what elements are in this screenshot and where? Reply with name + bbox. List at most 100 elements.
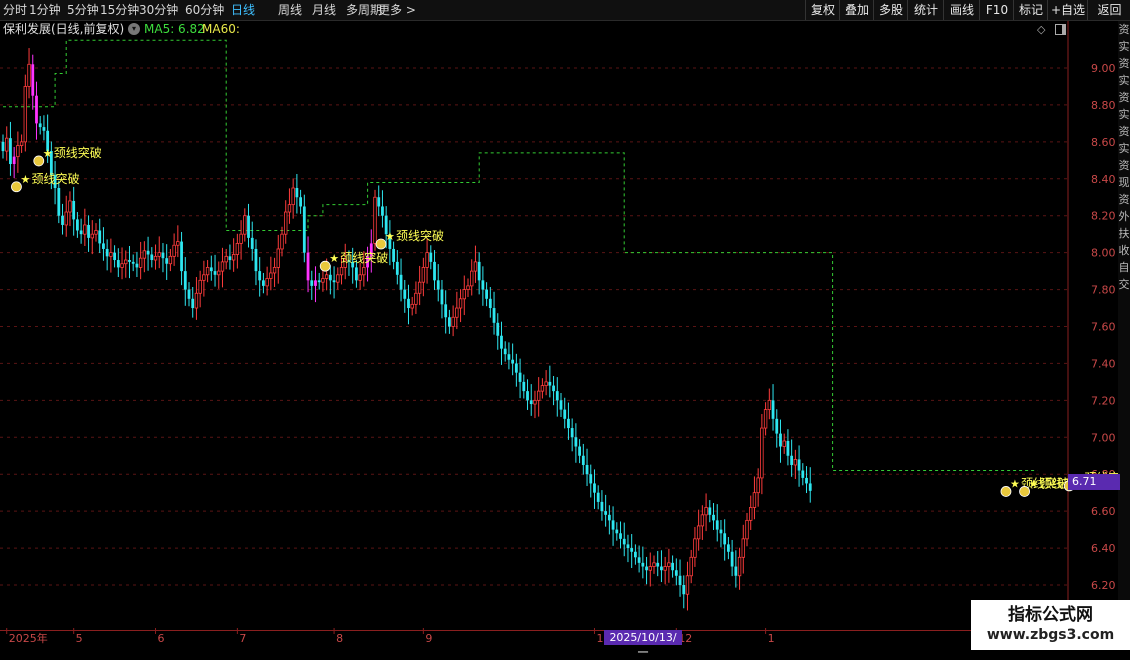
price-chart[interactable]: 6.206.406.606.807.007.207.407.607.808.00… <box>0 0 1130 650</box>
side-panel-item[interactable]: 实 <box>1118 140 1130 157</box>
candle-body <box>399 274 403 290</box>
candle-body <box>622 538 626 545</box>
candle-body <box>87 224 90 238</box>
candle-body <box>641 562 645 567</box>
candle-body <box>27 63 31 87</box>
candle-body <box>417 281 422 294</box>
candle-body <box>477 261 481 281</box>
date-marker: 2025/10/13/一 <box>604 630 682 659</box>
side-panel-item[interactable]: 现 <box>1118 174 1130 191</box>
candle-body <box>604 511 608 515</box>
star-icon: ★ <box>20 173 30 186</box>
side-panel-item[interactable]: 资 <box>1118 89 1130 106</box>
candle-body <box>120 263 124 268</box>
y-tick-label: 6.40 <box>1091 542 1116 555</box>
y-tick-label: 8.80 <box>1091 99 1116 112</box>
candle-body <box>436 280 440 290</box>
candle-body <box>138 257 143 268</box>
candle-body <box>660 566 663 571</box>
candle-body <box>1 141 5 152</box>
candle-body <box>19 141 24 146</box>
candle-body <box>578 446 581 456</box>
candle-body <box>314 280 317 286</box>
candle-body <box>113 252 116 261</box>
candle-body <box>526 391 529 401</box>
candle-body <box>287 204 292 213</box>
side-panel-item[interactable]: 自 <box>1118 259 1130 276</box>
watermark-url: www.zbgs3.com <box>986 627 1115 643</box>
candle-body <box>689 556 693 577</box>
candle-body <box>567 418 570 429</box>
candle-body <box>715 520 719 530</box>
candle-body <box>243 215 247 235</box>
candle-body <box>440 289 444 305</box>
x-axis-line <box>0 630 1068 631</box>
side-panel-item[interactable]: 实 <box>1118 72 1130 89</box>
candle-body <box>536 390 541 401</box>
candle-body <box>291 187 295 206</box>
candle-body <box>83 224 87 235</box>
candle-body <box>533 399 537 405</box>
right-side-panel[interactable]: 资实资实资实资实资现资外扶收自交 <box>1118 21 1130 631</box>
candle-body <box>157 252 161 257</box>
candle-body <box>544 381 548 386</box>
candle-body <box>589 474 593 484</box>
candle-body <box>228 256 232 261</box>
candle-body <box>161 252 165 259</box>
star-icon: ★ <box>1010 477 1020 490</box>
candle-body <box>194 292 199 309</box>
candle-body <box>790 455 794 465</box>
side-panel-item[interactable]: 资 <box>1118 157 1130 174</box>
side-panel-item[interactable]: 资 <box>1118 123 1130 140</box>
candle-body <box>656 562 660 567</box>
watermark-logo: 指标公式网 www.zbgs3.com <box>971 600 1130 650</box>
candle-body <box>704 507 708 516</box>
candle-body <box>209 267 213 272</box>
candle-body <box>708 507 712 515</box>
y-tick-label: 8.40 <box>1091 173 1116 186</box>
side-panel-item[interactable]: 收 <box>1118 242 1130 259</box>
side-panel-item[interactable]: 扶 <box>1118 225 1130 242</box>
candle-body <box>231 254 236 261</box>
candle-body <box>239 233 243 244</box>
side-panel-item[interactable]: 实 <box>1118 38 1130 55</box>
candle-body <box>61 215 64 225</box>
candle-body <box>797 459 801 471</box>
candle-body <box>514 363 518 373</box>
candle-body <box>269 272 273 279</box>
side-panel-item[interactable]: 实 <box>1118 106 1130 123</box>
candle-body <box>94 230 98 235</box>
side-panel-item[interactable]: 外 <box>1118 208 1130 225</box>
candle-body <box>462 289 466 300</box>
candle-body <box>805 477 808 484</box>
y-tick-label: 7.00 <box>1091 431 1116 444</box>
candle-body <box>146 250 150 255</box>
candle-body <box>611 520 615 530</box>
side-panel-item[interactable]: 交 <box>1118 276 1130 293</box>
candle-body <box>299 197 302 207</box>
candle-body <box>782 440 786 447</box>
candle-body <box>310 280 314 286</box>
candle-body <box>68 200 72 213</box>
y-tick-label: 6.60 <box>1091 505 1116 518</box>
side-panel-item[interactable]: 资 <box>1118 55 1130 72</box>
candle-body <box>23 86 28 143</box>
candle-body <box>191 298 195 309</box>
candle-body <box>767 399 772 410</box>
candle-body <box>637 557 641 563</box>
candle-body <box>500 335 503 349</box>
candle-body <box>205 267 210 276</box>
candle-body <box>116 260 120 268</box>
candle-body <box>678 575 682 585</box>
x-tick-label: 1 <box>768 632 775 645</box>
side-panel-item[interactable]: 资 <box>1118 21 1130 38</box>
y-tick-label: 8.60 <box>1091 136 1116 149</box>
candle-body <box>522 381 526 392</box>
candle-body <box>381 206 384 216</box>
candle-body <box>671 562 674 571</box>
candle-body <box>358 274 362 281</box>
candle-body <box>272 267 277 274</box>
candle-body <box>559 400 563 410</box>
candle-body <box>250 237 254 249</box>
side-panel-item[interactable]: 资 <box>1118 191 1130 208</box>
